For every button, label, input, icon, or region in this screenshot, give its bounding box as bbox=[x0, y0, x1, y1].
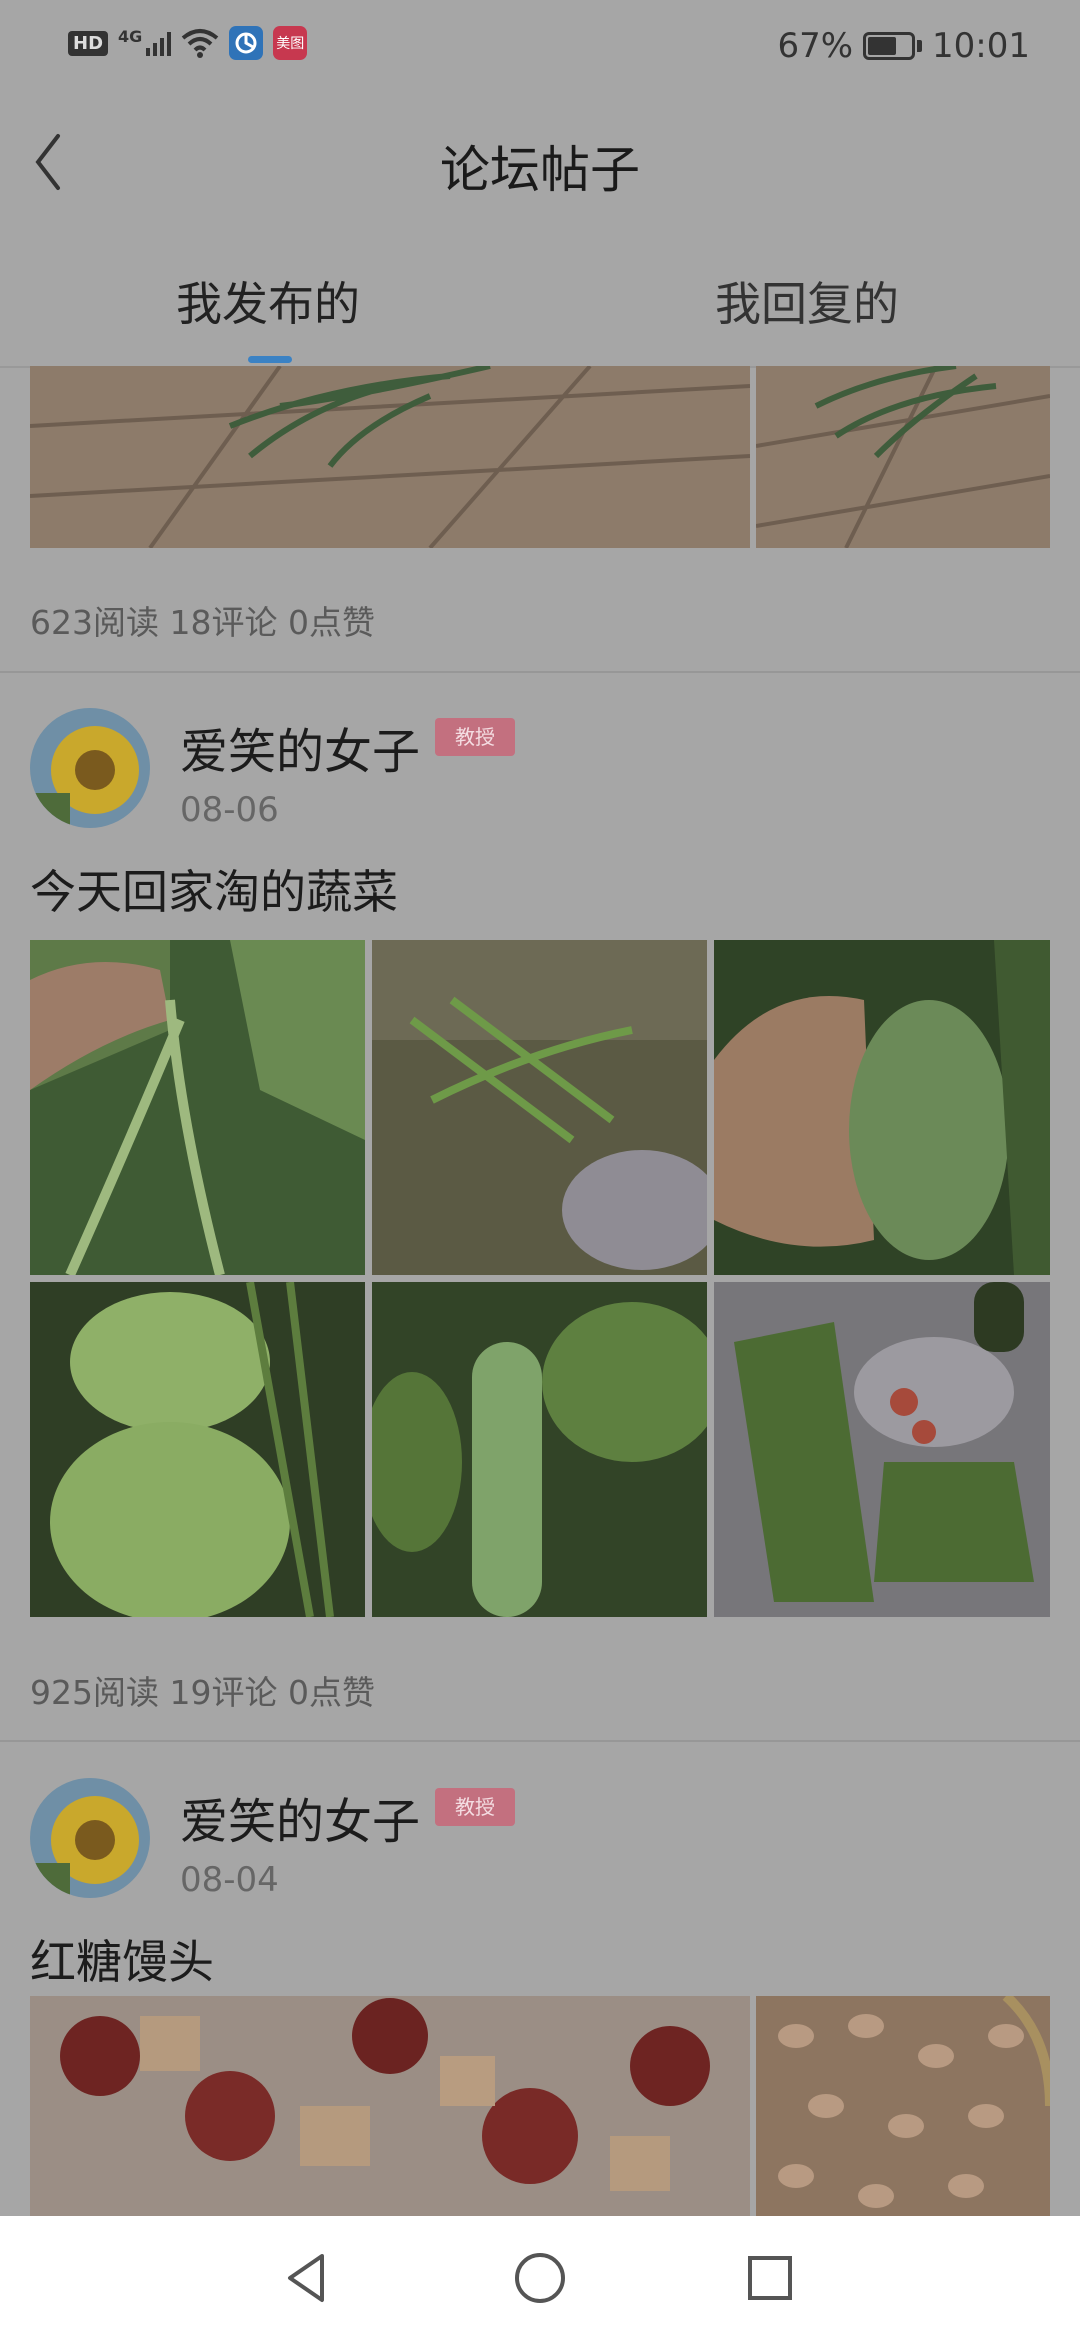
post-divider bbox=[0, 1740, 1080, 1742]
role-badge: 教授 bbox=[435, 1788, 515, 1826]
post-1-image-1[interactable] bbox=[30, 366, 750, 548]
post-date: 08-06 bbox=[180, 790, 279, 830]
clock: 10:01 bbox=[932, 26, 1030, 66]
tab-my-posts[interactable]: 我发布的 bbox=[176, 268, 360, 334]
system-nav-bar bbox=[0, 2216, 1080, 2340]
post-2-image-5[interactable] bbox=[372, 1282, 707, 1617]
nav-home-icon[interactable] bbox=[508, 2246, 572, 2310]
role-badge: 教授 bbox=[435, 718, 515, 756]
post-1-image-2[interactable] bbox=[756, 366, 1050, 548]
status-icons-right: 67% 10:01 bbox=[777, 26, 1030, 66]
tab-indicator bbox=[248, 356, 292, 363]
post-2-image-4[interactable] bbox=[30, 1282, 365, 1617]
meitu-label: 美图 bbox=[276, 36, 305, 52]
post-feed[interactable]: 623阅读 18评论 0点赞 爱笑的女子 教授 08-06 今天回家淘的蔬菜 9… bbox=[0, 366, 1080, 2216]
battery-icon bbox=[863, 32, 916, 60]
hd-badge: HD bbox=[68, 30, 109, 56]
status-icons-left: HD 4G 美图 bbox=[68, 26, 308, 60]
post-2-image-3[interactable] bbox=[714, 940, 1050, 1275]
post-2-stats: 925阅读 19评论 0点赞 bbox=[30, 1673, 375, 1712]
signal-icon bbox=[146, 30, 172, 56]
avatar[interactable] bbox=[30, 1778, 150, 1898]
post-date: 08-04 bbox=[180, 1860, 279, 1900]
post-divider bbox=[0, 671, 1080, 673]
nav-back-icon[interactable] bbox=[276, 2246, 340, 2310]
post-1-stats: 623阅读 18评论 0点赞 bbox=[30, 603, 375, 642]
meitu-app-icon: 美图 bbox=[273, 26, 308, 60]
post-3-image-2[interactable] bbox=[756, 1996, 1050, 2216]
post-3-image-1[interactable] bbox=[30, 1996, 750, 2216]
nav-recents-icon[interactable] bbox=[738, 2246, 802, 2310]
app-notification-icon bbox=[229, 26, 264, 60]
post-2-image-6[interactable] bbox=[714, 1282, 1050, 1617]
status-bar: HD 4G 美图 67% 10:01 bbox=[0, 0, 1080, 92]
post-title[interactable]: 红糖馒头 bbox=[30, 1926, 214, 1992]
battery-cap bbox=[917, 40, 923, 52]
header: 论坛帖子 bbox=[0, 92, 1080, 236]
post-2-image-2[interactable] bbox=[372, 940, 707, 1275]
network-type: 4G bbox=[118, 26, 143, 46]
post-title[interactable]: 今天回家淘的蔬菜 bbox=[30, 856, 398, 922]
tab-bar: 我发布的 我回复的 bbox=[0, 236, 1080, 368]
author-name[interactable]: 爱笑的女子 bbox=[180, 1782, 420, 1852]
post-2-image-1[interactable] bbox=[30, 940, 365, 1275]
author-name[interactable]: 爱笑的女子 bbox=[180, 712, 420, 782]
page-title: 论坛帖子 bbox=[440, 141, 640, 199]
battery-percent: 67% bbox=[777, 26, 854, 66]
wifi-icon bbox=[182, 29, 219, 58]
tab-my-replies[interactable]: 我回复的 bbox=[715, 268, 899, 334]
avatar[interactable] bbox=[30, 708, 150, 828]
